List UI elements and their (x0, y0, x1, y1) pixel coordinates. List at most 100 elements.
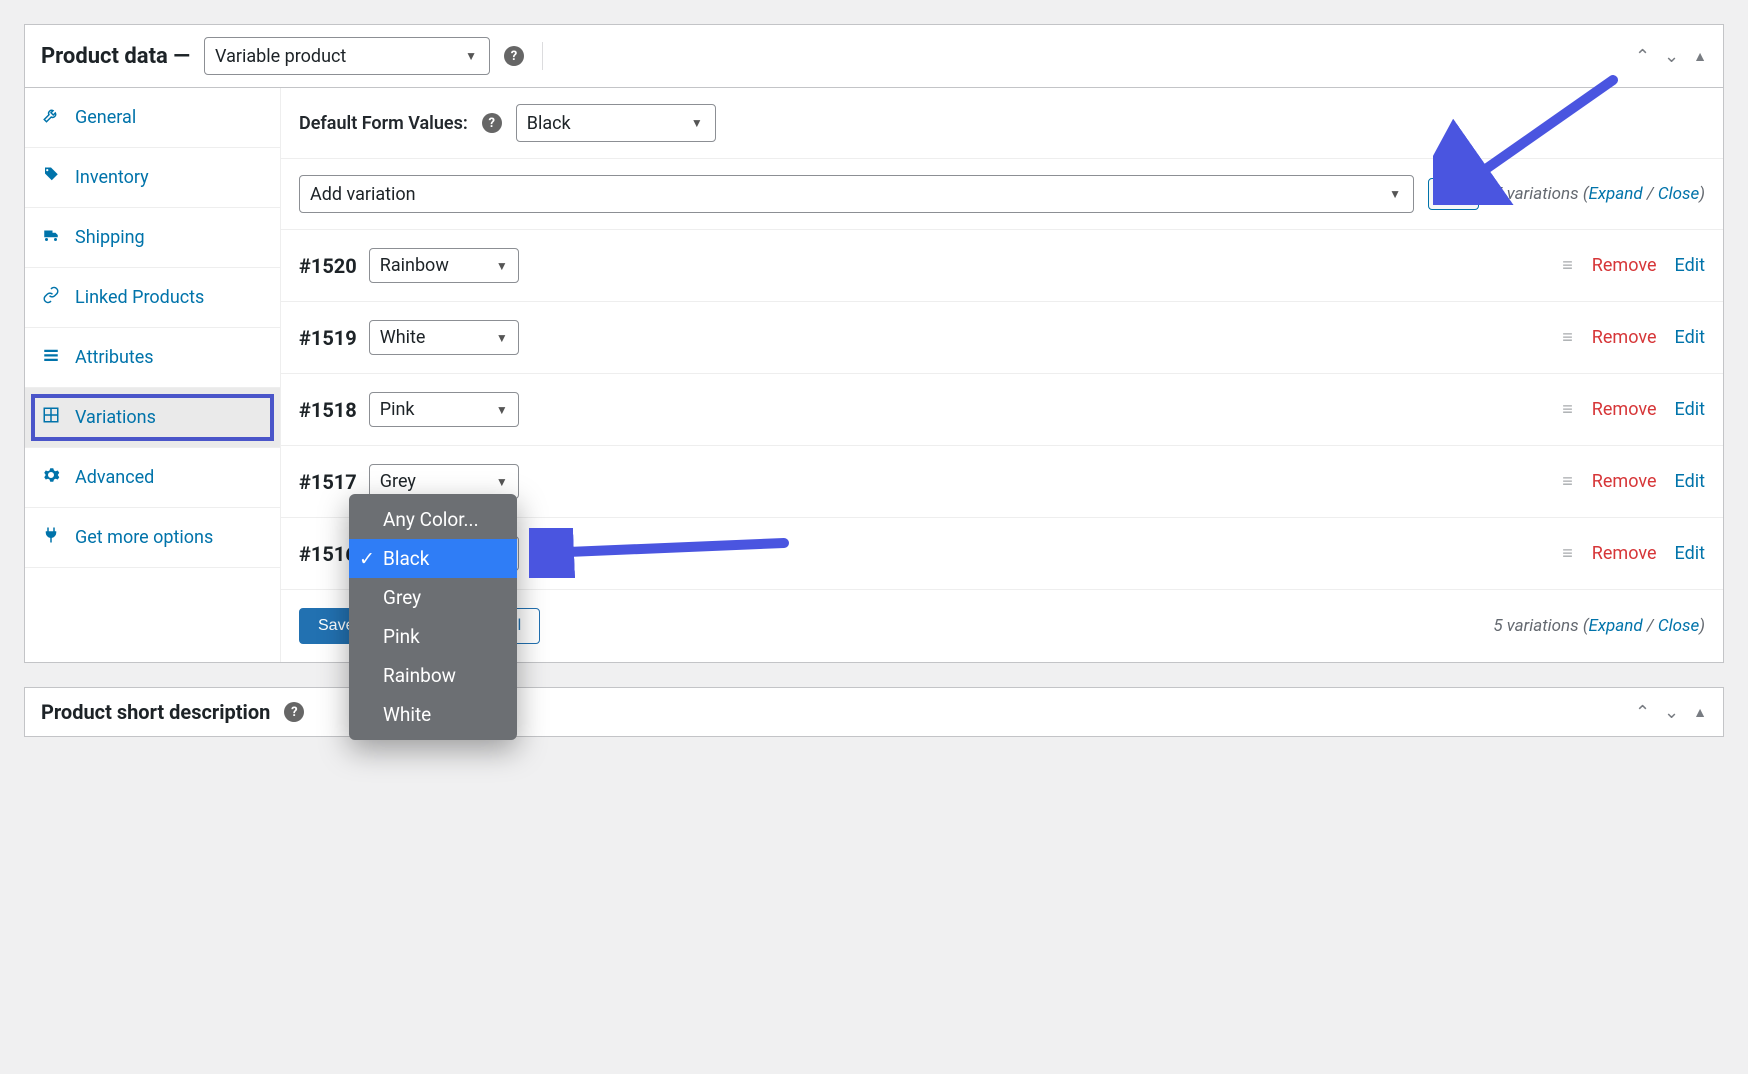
variation-row: #1519 White ▼ ≡ Remove Edit (281, 302, 1723, 374)
sidebar-item-shipping[interactable]: Shipping (25, 208, 280, 268)
go-button[interactable]: Go (1428, 178, 1479, 210)
chevron-down-icon: ▼ (691, 116, 703, 130)
grid-icon (41, 406, 61, 429)
panel-header: Product data — Variable product ▼ ? ⌃ ⌄ … (25, 25, 1723, 88)
remove-link[interactable]: Remove (1592, 543, 1657, 564)
variation-actions: ≡ Remove Edit (1562, 255, 1705, 276)
dropdown-option[interactable]: White (349, 695, 517, 734)
panel-title: Product short description (41, 700, 270, 724)
default-form-label: Default Form Values: (299, 113, 468, 134)
collapse-up-icon[interactable]: ⌃ (1635, 702, 1650, 723)
panel-toggle-icon[interactable]: ▲ (1693, 48, 1707, 65)
panel-header: Product short description ? ⌃ ⌄ ▲ (25, 688, 1723, 736)
help-icon[interactable]: ? (482, 113, 502, 133)
panel-toggles: ⌃ ⌄ ▲ (1635, 46, 1707, 67)
close-link[interactable]: Close (1658, 616, 1699, 636)
panel-toggles: ⌃ ⌄ ▲ (1635, 702, 1707, 723)
chevron-down-icon: ▼ (1389, 187, 1401, 201)
sidebar-item-advanced[interactable]: Advanced (25, 448, 280, 508)
sidebar-item-general[interactable]: General (25, 88, 280, 148)
dropdown-option[interactable]: Grey (349, 578, 517, 617)
remove-link[interactable]: Remove (1592, 327, 1657, 348)
drag-handle-icon[interactable]: ≡ (1562, 327, 1574, 348)
chevron-down-icon: ▼ (496, 475, 508, 489)
drag-handle-icon[interactable]: ≡ (1562, 255, 1574, 276)
edit-link[interactable]: Edit (1675, 471, 1705, 492)
expand-link[interactable]: Expand (1588, 616, 1642, 636)
sidebar-item-label: Variations (75, 407, 156, 428)
drag-handle-icon[interactable]: ≡ (1562, 471, 1574, 492)
variation-row: #1518 Pink ▼ ≡ Remove Edit (281, 374, 1723, 446)
variations-count: 5 variations (1493, 616, 1578, 636)
variation-color-select[interactable]: Pink ▼ (369, 392, 519, 427)
bulk-action-value: Add variation (310, 184, 416, 205)
sidebar-item-label: Inventory (75, 167, 149, 188)
variation-actions: ≡ Remove Edit (1562, 543, 1705, 564)
variation-row: #1520 Rainbow ▼ ≡ Remove Edit (281, 230, 1723, 302)
variation-id: #1519 (299, 326, 357, 350)
gear-icon (41, 466, 61, 489)
edit-link[interactable]: Edit (1675, 399, 1705, 420)
sidebar-item-variations[interactable]: Variations (25, 388, 280, 448)
dropdown-option[interactable]: Rainbow (349, 656, 517, 695)
variation-color-value: Rainbow (380, 255, 449, 276)
variation-id: #1518 (299, 398, 357, 422)
collapse-down-icon[interactable]: ⌄ (1664, 46, 1679, 67)
panel-toggle-icon[interactable]: ▲ (1693, 704, 1707, 721)
panel-title: Product data — (41, 44, 190, 69)
variations-count: 5 variations (1493, 184, 1578, 204)
edit-link[interactable]: Edit (1675, 543, 1705, 564)
chevron-down-icon: ▼ (496, 259, 508, 273)
link-icon (41, 286, 61, 309)
variation-color-select[interactable]: White ▼ (369, 320, 519, 355)
variations-main: Default Form Values: ? Black ▼ Add varia… (281, 88, 1723, 662)
collapse-up-icon[interactable]: ⌃ (1635, 46, 1650, 67)
dropdown-option[interactable]: Black (349, 539, 517, 578)
chevron-down-icon: ▼ (465, 49, 477, 63)
sidebar-item-label: Attributes (75, 347, 154, 368)
variation-actions: ≡ Remove Edit (1562, 399, 1705, 420)
variations-status-bottom: 5 variations (Expand / Close) (1493, 616, 1705, 636)
variation-id: #1517 (299, 470, 357, 494)
product-short-description-panel: Product short description ? ⌃ ⌄ ▲ (24, 687, 1724, 737)
dropdown-option[interactable]: Pink (349, 617, 517, 656)
variation-color-select[interactable]: Rainbow ▼ (369, 248, 519, 283)
annotation-arrow-icon (529, 528, 789, 578)
sidebar-item-linked-products[interactable]: Linked Products (25, 268, 280, 328)
remove-link[interactable]: Remove (1592, 255, 1657, 276)
collapse-down-icon[interactable]: ⌄ (1664, 702, 1679, 723)
sidebar-item-label: Advanced (75, 467, 154, 488)
dropdown-option[interactable]: Any Color... (349, 500, 517, 539)
variation-color-value: Pink (380, 399, 415, 420)
remove-link[interactable]: Remove (1592, 399, 1657, 420)
truck-icon (41, 226, 61, 249)
sidebar-item-label: Get more options (75, 527, 213, 548)
help-icon[interactable]: ? (284, 702, 304, 722)
bulk-action-select[interactable]: Add variation ▼ (299, 175, 1414, 213)
sidebar-item-attributes[interactable]: Attributes (25, 328, 280, 388)
product-type-select[interactable]: Variable product ▼ (204, 37, 490, 75)
help-icon[interactable]: ? (504, 46, 524, 66)
expand-link[interactable]: Expand (1588, 184, 1642, 204)
variation-actions: ≡ Remove Edit (1562, 471, 1705, 492)
remove-link[interactable]: Remove (1592, 471, 1657, 492)
bulk-action-row: Add variation ▼ Go 5 variations (Expand … (281, 159, 1723, 230)
sidebar-item-inventory[interactable]: Inventory (25, 148, 280, 208)
product-type-value: Variable product (215, 46, 346, 67)
drag-handle-icon[interactable]: ≡ (1562, 543, 1574, 564)
sidebar-item-get-more-options[interactable]: Get more options (25, 508, 280, 568)
sidebar-item-label: General (75, 107, 136, 128)
edit-link[interactable]: Edit (1675, 327, 1705, 348)
variation-color-value: White (380, 327, 426, 348)
variation-row: #1517 Grey ▼ ≡ Remove Edit Any Color... … (281, 446, 1723, 518)
edit-link[interactable]: Edit (1675, 255, 1705, 276)
default-form-select[interactable]: Black ▼ (516, 104, 716, 142)
chevron-down-icon: ▼ (496, 331, 508, 345)
panel-title-sep: — (173, 44, 190, 69)
color-dropdown-menu: Any Color... Black Grey Pink Rainbow Whi… (349, 494, 517, 740)
close-link[interactable]: Close (1658, 184, 1699, 204)
divider (542, 42, 543, 70)
sidebar-item-label: Shipping (75, 227, 145, 248)
tag-icon (41, 166, 61, 189)
drag-handle-icon[interactable]: ≡ (1562, 399, 1574, 420)
